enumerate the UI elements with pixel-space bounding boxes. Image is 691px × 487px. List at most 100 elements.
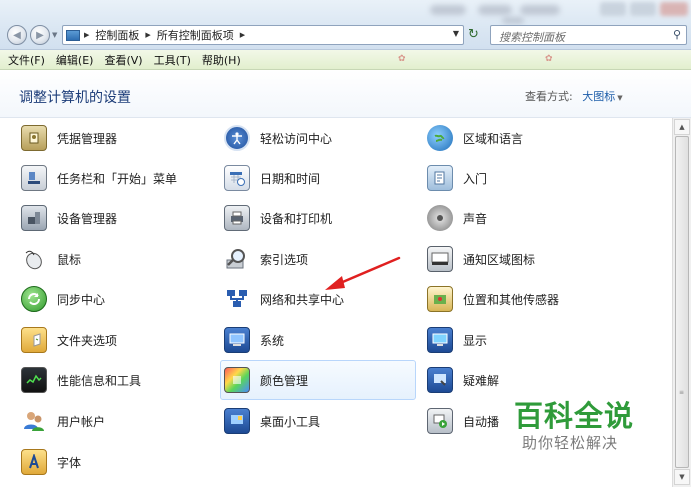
item-user-accounts[interactable]: 用户帐户: [17, 401, 207, 441]
item-device-manager[interactable]: 设备管理器: [17, 198, 207, 238]
recent-pages-chevron-icon[interactable]: ▼: [52, 31, 57, 39]
item-label: 区域和语言: [463, 131, 524, 146]
date-time-icon: [224, 165, 250, 191]
menu-help[interactable]: 帮助(H): [202, 52, 241, 68]
item-fonts[interactable]: 字体: [17, 442, 207, 482]
item-date-time[interactable]: 日期和时间: [220, 158, 416, 198]
breadcrumb-control-panel[interactable]: 控制面板: [95, 27, 139, 43]
indexing-icon: [224, 246, 250, 272]
menu-view[interactable]: 查看(V): [104, 52, 142, 68]
item-performance-tools[interactable]: 性能信息和工具: [17, 360, 207, 400]
breadcrumb-chevron-icon[interactable]: ▶: [145, 31, 150, 39]
item-label: 凭据管理器: [57, 131, 118, 146]
fonts-icon: [21, 449, 47, 475]
item-mouse[interactable]: 鼠标: [17, 239, 207, 279]
item-label: 桌面小工具: [260, 414, 321, 429]
address-dropdown-icon[interactable]: ▼: [453, 29, 459, 38]
item-color-management[interactable]: 颜色管理: [220, 360, 416, 400]
item-label: 鼠标: [57, 252, 82, 267]
back-button[interactable]: ◀: [7, 25, 27, 45]
scroll-up-icon[interactable]: ▲: [674, 119, 690, 135]
item-region-language[interactable]: 区域和语言: [423, 118, 653, 158]
item-label: 显示: [463, 333, 488, 348]
page-title: 调整计算机的设置: [19, 90, 131, 106]
ease-of-access-icon: [224, 125, 250, 151]
item-getting-started[interactable]: 入门: [423, 158, 653, 198]
gadgets-icon: [224, 408, 250, 434]
item-label: 文件夹选项: [57, 333, 118, 348]
address-bar[interactable]: ▶ 控制面板 ▶ 所有控制面板项 ▶ ▼: [62, 25, 464, 45]
watermark-logo: 百科全说: [514, 399, 635, 433]
item-folder-options[interactable]: 文件夹选项: [17, 320, 207, 360]
item-label: 同步中心: [57, 292, 106, 307]
item-label: 颜色管理: [260, 373, 309, 388]
printer-icon: [224, 205, 250, 231]
blurred-title-fragment: [502, 17, 524, 24]
breadcrumb-chevron-icon[interactable]: ▶: [84, 31, 89, 39]
credential-manager-icon: [21, 125, 47, 151]
sound-icon: [427, 205, 453, 231]
view-by-label: 查看方式:: [525, 90, 573, 103]
menu-tools[interactable]: 工具(T): [154, 52, 191, 68]
item-label: 设备和打印机: [260, 211, 333, 226]
system-icon: [224, 327, 250, 353]
item-desktop-gadgets[interactable]: 桌面小工具: [220, 401, 416, 441]
search-icon[interactable]: ⚲: [673, 28, 681, 41]
menu-edit[interactable]: 编辑(E): [56, 52, 94, 68]
scroll-down-icon[interactable]: ▼: [674, 469, 690, 485]
item-devices-printers[interactable]: 设备和打印机: [220, 198, 416, 238]
chevron-down-icon: ▼: [617, 94, 623, 102]
item-taskbar-start-menu[interactable]: 任务栏和「开始」菜单: [17, 158, 207, 198]
view-by-control: 查看方式: 大图标 ▼: [525, 88, 623, 104]
maximize-button[interactable]: [630, 2, 656, 16]
item-notification-area-icons[interactable]: 通知区域图标: [423, 239, 653, 279]
scrollbar-thumb[interactable]: ≡: [675, 136, 689, 468]
color-management-icon: [224, 367, 250, 393]
item-label: 网络和共享中心: [260, 292, 345, 307]
breadcrumb-chevron-icon[interactable]: ▶: [240, 31, 245, 39]
item-label: 轻松访问中心: [260, 131, 333, 146]
item-sync-center[interactable]: 同步中心: [17, 279, 207, 319]
item-indexing-options[interactable]: 索引选项: [220, 239, 416, 279]
window-titlebar: ◀ ▶ ▼ ▶ 控制面板 ▶ 所有控制面板项 ▶ ▼ ↻ 搜索控制面板 ⚲: [0, 0, 691, 50]
display-icon: [427, 327, 453, 353]
item-sound[interactable]: 声音: [423, 198, 653, 238]
menu-file[interactable]: 文件(F): [8, 52, 45, 68]
view-by-value: 大图标: [582, 90, 616, 103]
item-display[interactable]: 显示: [423, 320, 653, 360]
item-label: 通知区域图标: [463, 252, 536, 267]
decorative-flower-icon: ✿: [398, 54, 406, 64]
folder-options-icon: [21, 327, 47, 353]
watermark-slogan: 助你轻松解决: [522, 434, 619, 452]
item-label: 任务栏和「开始」菜单: [57, 171, 178, 186]
minimize-button[interactable]: [600, 2, 626, 16]
item-location-sensors[interactable]: 位置和其他传感器: [423, 279, 653, 319]
taskbar-icon: [21, 165, 47, 191]
item-label: 位置和其他传感器: [463, 292, 560, 307]
item-network-sharing-center[interactable]: 网络和共享中心: [220, 279, 416, 319]
view-by-dropdown[interactable]: 大图标 ▼: [582, 90, 622, 103]
close-button[interactable]: [660, 2, 688, 16]
item-credential-manager[interactable]: 凭据管理器: [17, 118, 207, 158]
breadcrumb-all-items[interactable]: 所有控制面板项: [157, 27, 234, 43]
item-system[interactable]: 系统: [220, 320, 416, 360]
search-input[interactable]: 搜索控制面板 ⚲: [490, 25, 687, 45]
item-label: 自动播: [463, 414, 500, 429]
getting-started-icon: [427, 165, 453, 191]
forward-button[interactable]: ▶: [30, 25, 50, 45]
user-accounts-icon: [21, 408, 47, 434]
item-label: 疑难解: [463, 373, 500, 388]
item-label: 用户帐户: [57, 414, 106, 429]
notification-area-icon: [427, 246, 453, 272]
mouse-icon: [21, 246, 47, 272]
item-ease-of-access[interactable]: 轻松访问中心: [220, 118, 416, 158]
page-header: 调整计算机的设置 查看方式: 大图标 ▼: [0, 70, 691, 118]
refresh-icon[interactable]: ↻: [468, 27, 479, 42]
item-label: 系统: [260, 333, 285, 348]
item-label: 索引选项: [260, 252, 309, 267]
back-arrow-icon: ◀: [13, 29, 21, 41]
item-label: 字体: [57, 455, 82, 470]
menu-bar: 文件(F) 编辑(E) 查看(V) 工具(T) 帮助(H) ✿ ✿: [0, 50, 691, 70]
vertical-scrollbar[interactable]: ▲ ≡ ▼: [672, 118, 691, 487]
network-icon: [224, 286, 250, 312]
